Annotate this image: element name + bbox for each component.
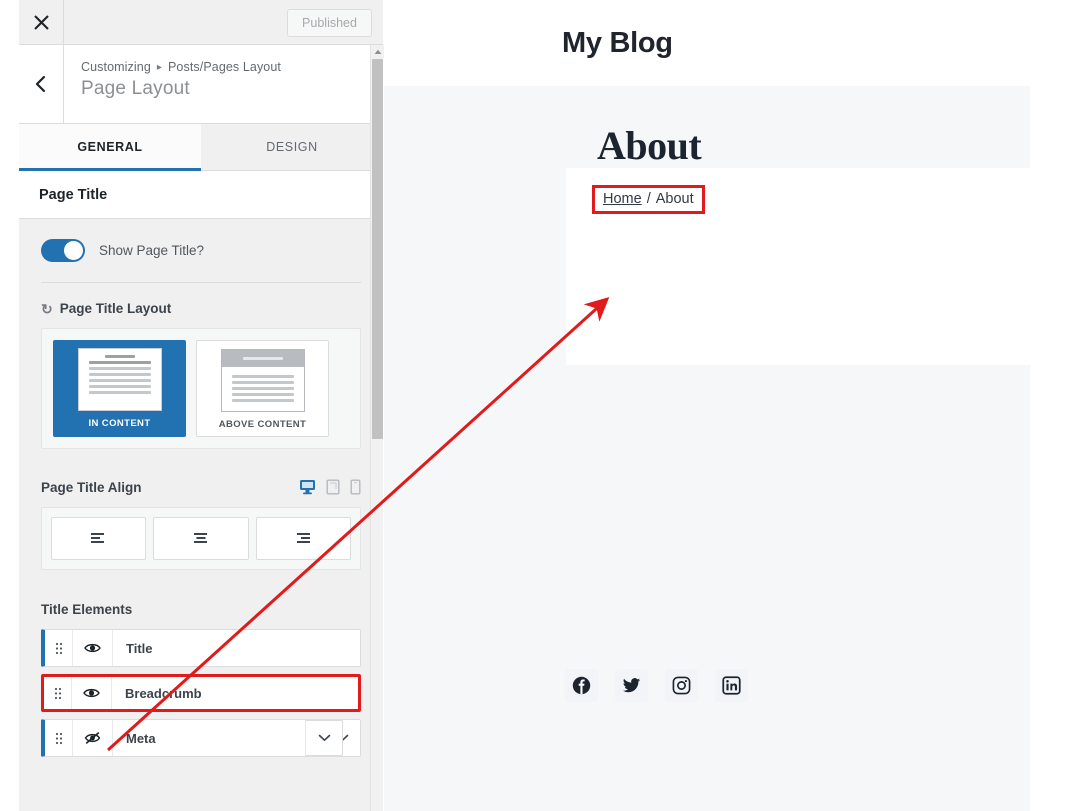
eye-icon [84,643,101,653]
panel-tabs: GENERAL DESIGN [19,124,383,171]
panel-header: Customizing ▸ Posts/Pages Layout Page La… [19,45,383,124]
visibility-toggle-title[interactable] [73,630,113,666]
breadcrumb-separator-icon: ▸ [156,61,162,73]
facebook-link[interactable] [565,669,598,702]
drag-handle-icon[interactable] [45,630,73,666]
customizer-panel: Published Customizing ▸ Posts/Pages Layo… [19,0,383,811]
caret-up-icon [374,49,381,54]
reset-icon[interactable]: ↻ [41,302,53,316]
title-elements-label: Title Elements [41,602,133,617]
layout-option-above-content[interactable]: ABOVE CONTENT [196,340,329,437]
scrollbar-thumb[interactable] [372,59,383,439]
linkedin-icon [722,676,741,695]
mobile-icon[interactable] [350,479,361,495]
left-gutter [0,0,19,811]
title-element-row-title[interactable]: Title [41,629,361,667]
show-page-title-toggle[interactable] [41,239,85,262]
visibility-toggle-meta[interactable] [73,720,113,756]
align-right-icon [297,532,311,543]
breadcrumb: Customizing ▸ Posts/Pages Layout [81,60,281,74]
align-left-icon [90,532,104,543]
title-element-row-breadcrumb[interactable]: Breadcrumb [41,674,361,712]
instagram-link[interactable] [665,669,698,702]
twitter-icon [622,678,641,693]
show-page-title-label: Show Page Title? [99,243,205,258]
linkedin-link[interactable] [715,669,748,702]
page-title-layout-label: Page Title Layout [59,301,172,316]
toggle-knob [64,241,83,260]
breadcrumb-current: About [655,191,694,207]
site-preview: My Blog About Home / About [384,0,1072,811]
visibility-toggle-breadcrumb[interactable] [72,677,112,709]
breadcrumb-home-link[interactable]: Home [603,191,642,207]
in-content-thumbnail [77,348,162,411]
page-title-align-label: Page Title Align [41,479,142,495]
layout-option-in-content-caption: IN CONTENT [88,418,151,429]
page-title-layout-options: IN CONTENT ABOVE CONTENT [41,328,361,449]
breadcrumb-current[interactable]: Posts/Pages Layout [168,60,281,74]
title-element-label: Breadcrumb [125,685,202,701]
tab-design-label: DESIGN [266,140,318,154]
eye-icon [83,688,100,698]
desktop-icon[interactable] [299,479,316,495]
page-title: Page Layout [81,78,190,99]
twitter-link[interactable] [615,669,648,702]
eye-slash-icon [84,731,101,745]
drag-handle-icon[interactable] [44,677,72,709]
social-links [565,669,748,702]
align-right-button[interactable] [255,517,351,560]
breadcrumb-highlight-box: Home / About [592,185,705,214]
close-icon [33,14,49,30]
site-title: My Blog [562,26,673,59]
facebook-icon [572,676,591,695]
tab-design[interactable]: DESIGN [201,124,383,170]
page-title-align-label-row: Page Title Align [41,480,142,495]
tablet-icon[interactable] [326,479,340,495]
align-center-button[interactable] [153,517,249,560]
chevron-left-icon [35,75,46,93]
breadcrumb-separator: / [646,191,651,207]
screenshot-root: Published Customizing ▸ Posts/Pages Layo… [0,0,1072,811]
instagram-icon [672,676,691,695]
published-button[interactable]: Published [287,9,372,37]
section-header: Page Title [19,171,383,219]
back-button[interactable] [19,45,64,123]
expand-breadcrumb-button[interactable] [305,720,343,756]
title-element-label: Title [126,640,153,656]
published-label: Published [302,16,357,30]
tab-general-label: GENERAL [77,140,143,154]
device-switcher [299,479,361,495]
page-heading: About [597,123,702,168]
site-header: My Blog [384,0,1072,86]
page-title-align-options [41,507,361,570]
page-title-align-header: Page Title Align [41,475,361,495]
chevron-down-icon [318,734,330,741]
tab-general[interactable]: GENERAL [19,124,201,171]
site-body [384,86,1072,811]
section-title: Page Title [39,186,108,203]
align-center-icon [193,532,207,543]
layout-option-above-content-caption: ABOVE CONTENT [218,419,307,430]
above-content-thumbnail [220,349,305,412]
align-left-button[interactable] [51,517,147,560]
show-page-title-row: Show Page Title? [41,219,383,282]
page-title-layout-label-row: ↻ Page Title Layout [41,301,361,316]
scroll-up-button[interactable] [371,45,384,58]
layout-option-in-content[interactable]: IN CONTENT [53,340,186,437]
breadcrumb-root[interactable]: Customizing [81,60,151,74]
customizer-header: Published [19,0,383,45]
drag-handle-icon[interactable] [45,720,73,756]
preview-breadcrumb: Home / About [603,191,694,207]
title-element-label: Meta [126,730,156,746]
close-button[interactable] [19,0,64,44]
panel-scrollbar[interactable] [370,45,384,811]
